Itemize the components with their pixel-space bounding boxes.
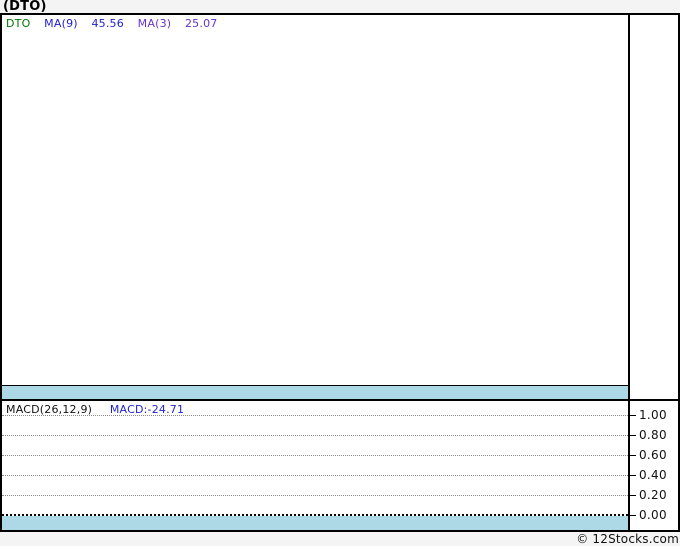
ma9-label: MA(9) (44, 17, 78, 30)
y-tick-label: 0.20 (639, 488, 667, 502)
ma3-value: 25.07 (184, 17, 218, 30)
macd-gridline (2, 495, 628, 496)
axis-tick (628, 415, 636, 416)
y-tick-label: 0.40 (639, 468, 667, 482)
site-credit: © 12Stocks.com (576, 532, 679, 546)
ticker-label: DTO (6, 17, 31, 30)
chart-frame: DTO MA(9) 45.56 MA(3) 25.07 MACD(26,12,9… (0, 13, 680, 532)
macd-gridline (2, 475, 628, 476)
stock-chart-page: { "title": "(DTO)", "footer": { "credit"… (0, 0, 680, 546)
y-tick-label: 0.60 (639, 448, 667, 462)
y-tick-label: 0.00 (639, 508, 667, 522)
ma3-label: MA(3) (137, 17, 172, 30)
axis-tick (628, 495, 636, 496)
axis-tick (628, 435, 636, 436)
macd-pane-separator (2, 399, 678, 401)
ma9-value: 45.56 (91, 17, 124, 30)
macd-gridline (2, 435, 628, 436)
y-axis-divider (628, 15, 630, 530)
axis-tick (628, 475, 636, 476)
price-pane-date-band (2, 386, 628, 399)
macd-pane-date-band (2, 516, 628, 530)
y-tick-label: 1.00 (639, 408, 667, 422)
page-title: (DTO) (3, 0, 47, 14)
macd-gridline (2, 455, 628, 456)
axis-tick (628, 455, 636, 456)
price-pane-legend: DTO MA(9) 45.56 MA(3) 25.07 (6, 17, 217, 30)
y-tick-label: 0.80 (639, 428, 667, 442)
macd-gridline (2, 415, 628, 416)
axis-tick (628, 515, 636, 516)
